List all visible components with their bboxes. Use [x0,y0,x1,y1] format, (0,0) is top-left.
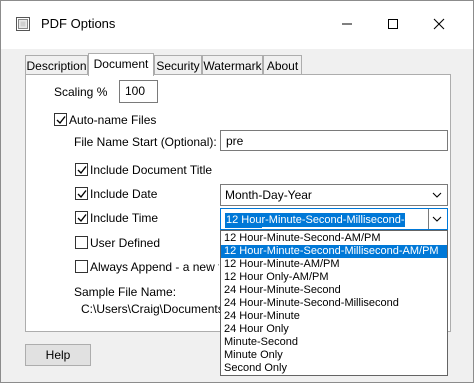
include-date-label: Include Date [90,187,158,201]
include-date-checkbox[interactable] [75,187,88,200]
window-title: PDF Options [41,16,116,31]
tab-watermark[interactable]: Watermark [202,55,263,74]
scaling-input[interactable]: 100 [119,80,158,103]
dropdown-option[interactable]: 12 Hour Only-AM/PM [221,271,447,284]
autoname-label: Auto-name Files [69,113,157,127]
time-format-value: 12 Hour-Minute-Second-Millisecond-AM/PM [225,213,405,228]
dropdown-option[interactable]: 12 Hour-Minute-AM/PM [221,258,447,271]
include-time-label: Include Time [90,211,159,225]
autoname-checkbox[interactable] [54,113,67,126]
app-icon [15,16,31,32]
include-title-checkbox[interactable] [75,163,88,176]
checkmark-icon [56,116,66,125]
close-button[interactable] [417,9,461,39]
pdf-options-window: PDF Options Description Document Securit… [0,0,474,383]
maximize-button[interactable] [371,9,415,39]
filename-start-label: File Name Start (Optional): [74,135,217,149]
tab-document[interactable]: Document [88,53,154,76]
tab-security[interactable]: Security [154,55,202,74]
user-defined-label: User Defined [90,236,161,250]
chevron-down-icon [428,209,445,229]
time-format-dropdown-list: 12 Hour-Minute-Second-AM/PM 12 Hour-Minu… [220,230,448,376]
tab-about[interactable]: About [263,55,302,74]
include-time-checkbox[interactable] [75,211,88,224]
include-title-label: Include Document Title [90,163,213,177]
dropdown-option[interactable]: Second Only [221,362,447,375]
tab-description[interactable]: Description [25,55,88,74]
always-append-label: Always Append - a new file [90,260,219,274]
sample-file-label: Sample File Name: [74,285,177,299]
date-format-select[interactable]: Month-Day-Year [220,184,448,206]
checkmark-icon [77,214,87,223]
filename-start-input[interactable]: pre [220,130,448,151]
close-icon [433,18,445,30]
time-format-select[interactable]: 12 Hour-Minute-Second-Millisecond-AM/PM [220,208,448,230]
dropdown-option[interactable]: 24 Hour-Minute-Second [221,284,447,297]
minimize-button[interactable] [325,9,369,39]
dropdown-option[interactable]: Minute Only [221,349,447,362]
dropdown-option[interactable]: Minute-Second [221,336,447,349]
help-button[interactable]: Help [25,344,91,366]
user-defined-checkbox[interactable] [75,236,88,249]
title-bar[interactable]: PDF Options [1,1,473,49]
dropdown-option[interactable]: 24 Hour-Minute [221,310,447,323]
sample-file-value: C:\Users\Craig\Documents\ju [81,302,220,316]
checkmark-icon [77,166,87,175]
always-append-checkbox[interactable] [75,260,88,273]
dropdown-option[interactable]: 12 Hour-Minute-Second-AM/PM [221,232,447,245]
chevron-down-icon [429,185,445,205]
date-format-value: Month-Day-Year [225,188,312,202]
maximize-icon [388,19,398,29]
minimize-icon [342,23,352,25]
dropdown-option[interactable]: 24 Hour-Minute-Second-Millisecond [221,297,447,310]
checkmark-icon [77,190,87,199]
scaling-label: Scaling % [54,85,108,99]
dropdown-option-selected[interactable]: 12 Hour-Minute-Second-Millisecond-AM/PM [221,245,447,258]
dropdown-option[interactable]: 24 Hour Only [221,323,447,336]
